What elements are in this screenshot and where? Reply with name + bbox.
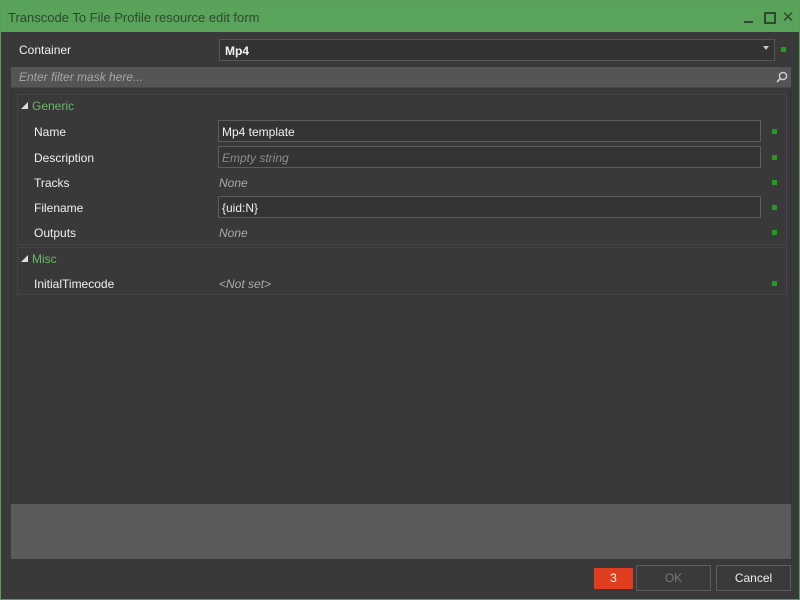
container-select-value: Mp4 xyxy=(225,44,249,58)
property-row-outputs: Outputs None xyxy=(18,220,786,245)
property-row-name: Name Mp4 template xyxy=(18,119,786,144)
container-select[interactable]: Mp4 xyxy=(219,39,775,61)
outputs-value[interactable]: None xyxy=(219,226,248,240)
group-misc-label: Misc xyxy=(32,252,57,266)
title-bar[interactable]: Transcode To File Profile resource edit … xyxy=(1,1,799,32)
status-indicator xyxy=(781,47,786,52)
property-label: Name xyxy=(34,125,67,139)
property-row-tracks: Tracks None xyxy=(18,170,786,195)
maximize-icon[interactable] xyxy=(761,9,777,25)
name-field[interactable]: Mp4 template xyxy=(218,120,761,142)
container-row: Container Mp4 xyxy=(11,38,791,62)
property-label: Outputs xyxy=(34,226,77,240)
minimize-icon[interactable] xyxy=(741,9,757,25)
initial-timecode-value[interactable]: <Not set> xyxy=(219,277,271,291)
group-misc-header[interactable]: Misc xyxy=(18,248,786,270)
filter-bar xyxy=(11,67,791,88)
property-row-initial-timecode: InitialTimecode <Not set> xyxy=(18,271,786,296)
group-generic-header[interactable]: Generic xyxy=(18,95,786,117)
status-indicator xyxy=(772,180,777,185)
group-generic: Generic Name Mp4 template Description Em… xyxy=(17,94,787,245)
status-indicator xyxy=(772,129,777,134)
property-grid: Generic Name Mp4 template Description Em… xyxy=(11,89,791,504)
filter-input[interactable] xyxy=(11,67,771,87)
property-label: Tracks xyxy=(34,176,70,190)
group-misc: Misc InitialTimecode <Not set> xyxy=(17,247,787,295)
search-icon[interactable] xyxy=(776,71,788,83)
status-indicator xyxy=(772,205,777,210)
description-field[interactable]: Empty string xyxy=(218,146,761,168)
dialog-window: Transcode To File Profile resource edit … xyxy=(0,0,800,600)
status-indicator xyxy=(772,281,777,286)
collapse-triangle-icon[interactable] xyxy=(21,255,28,262)
property-label: Filename xyxy=(34,201,84,215)
filename-field[interactable]: {uid:N} xyxy=(218,196,761,218)
property-label: InitialTimecode xyxy=(34,277,115,291)
error-count-badge[interactable]: 3 xyxy=(594,568,633,589)
property-label: Description xyxy=(34,151,95,165)
description-panel xyxy=(11,504,791,559)
tracks-value[interactable]: None xyxy=(219,176,248,190)
close-icon[interactable]: ✕ xyxy=(780,9,796,25)
property-row-description: Description Empty string xyxy=(18,145,786,170)
container-label: Container xyxy=(19,43,72,57)
collapse-triangle-icon[interactable] xyxy=(21,102,28,109)
cancel-button[interactable]: Cancel xyxy=(716,565,791,591)
status-indicator xyxy=(772,155,777,160)
group-generic-label: Generic xyxy=(32,99,75,113)
chevron-down-icon[interactable] xyxy=(763,46,769,50)
ok-button[interactable]: OK xyxy=(636,565,711,591)
status-indicator xyxy=(772,230,777,235)
window-title: Transcode To File Profile resource edit … xyxy=(8,10,260,25)
property-row-filename: Filename {uid:N} xyxy=(18,195,786,220)
